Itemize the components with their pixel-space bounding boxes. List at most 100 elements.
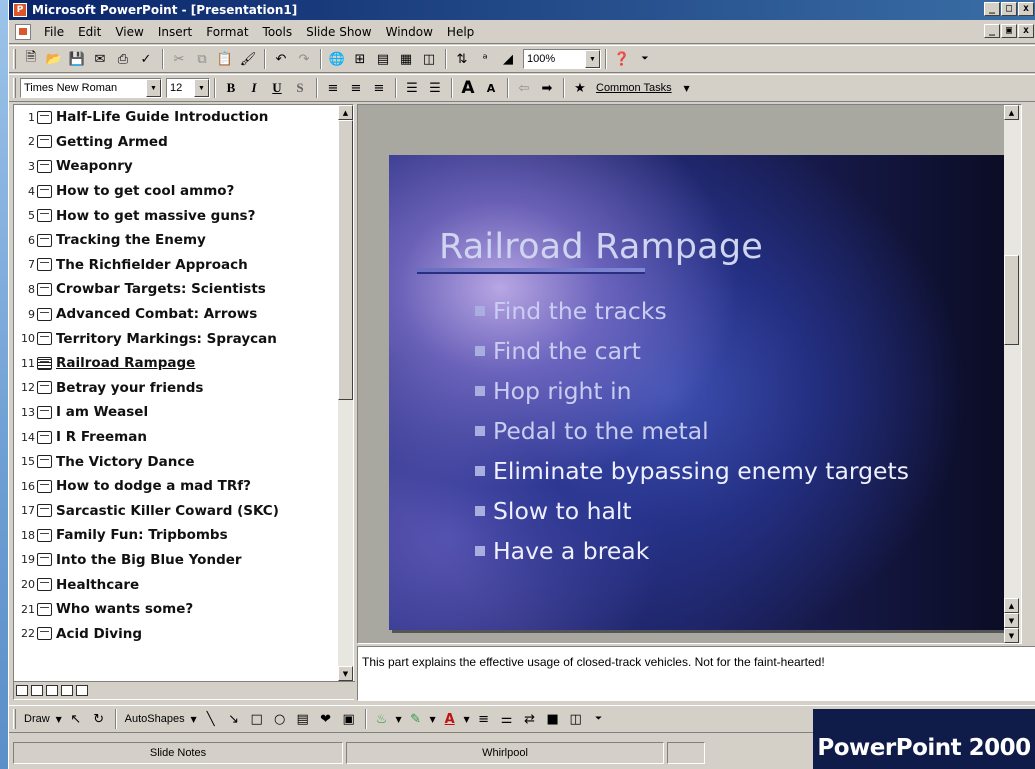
help-icon[interactable]: ❓ (611, 48, 633, 70)
shadow-icon[interactable]: ■ (542, 708, 564, 730)
slide-outline-item[interactable]: 2 Getting Armed (14, 130, 340, 155)
font-name-select[interactable]: Times New Roman ▼ (20, 78, 162, 98)
slide-icon[interactable] (37, 110, 52, 124)
outline-view-icon[interactable] (31, 685, 43, 696)
slide-title-label[interactable]: Crowbar Targets: Scientists (56, 281, 266, 297)
insert-chart-icon[interactable]: ▦ (395, 48, 417, 70)
slide-title-label[interactable]: Betray your friends (56, 380, 203, 396)
slide-title-label[interactable]: I am Weasel (56, 404, 148, 420)
chevron-down-icon[interactable]: ▼ (394, 708, 404, 730)
wordart-icon[interactable]: ❤ (315, 708, 337, 730)
slide-outline-item[interactable]: 21 Who wants some? (14, 597, 340, 622)
slide-bullet[interactable]: Find the cart (475, 331, 909, 371)
menu-format[interactable]: Format (199, 25, 255, 39)
slide-bullet[interactable]: Eliminate bypassing enemy targets (475, 451, 909, 491)
slide-outline-item[interactable]: 4 How to get cool ammo? (14, 179, 340, 204)
doc-restore-button[interactable]: ▣ (1001, 24, 1017, 38)
scroll-down-icon[interactable]: ▼ (338, 666, 353, 681)
font-color-icon[interactable]: A (439, 708, 461, 730)
chevron-down-icon[interactable]: ▼ (428, 708, 438, 730)
chevron-down-icon[interactable]: ▼ (462, 708, 472, 730)
document-icon[interactable] (15, 23, 31, 40)
insert-table-icon[interactable]: ⊞ (349, 48, 371, 70)
align-center-icon[interactable]: ≡ (345, 77, 367, 99)
outline-scrollbar[interactable]: ▲ ▼ (338, 105, 353, 681)
slide-icon[interactable] (37, 602, 52, 616)
fill-color-icon[interactable]: ♨ (371, 708, 393, 730)
arrow-icon[interactable]: ↘ (223, 708, 245, 730)
scroll-thumb[interactable] (1004, 255, 1019, 345)
new-document-icon[interactable]: 🗎 (20, 48, 42, 70)
promote-icon[interactable]: ⇦ (513, 77, 535, 99)
slide-outline-item[interactable]: 16 How to dodge a mad TRf? (14, 474, 340, 499)
autoshapes-menu-button[interactable]: AutoShapes (121, 713, 189, 725)
save-icon[interactable]: 💾 (66, 48, 88, 70)
menu-slide-show[interactable]: Slide Show (299, 25, 378, 39)
slide-outline-item[interactable]: 3 Weaponry (14, 154, 340, 179)
slide-view-icon[interactable] (46, 685, 58, 696)
close-button[interactable]: x (1018, 2, 1034, 16)
chevron-down-icon[interactable]: ▼ (189, 708, 199, 730)
slide-bullet[interactable]: Slow to halt (475, 491, 909, 531)
slide-icon[interactable] (37, 159, 52, 173)
slide-outline-item[interactable]: 14 I R Freeman (14, 425, 340, 450)
previous-slide-icon[interactable]: ▲ (1004, 598, 1019, 613)
menu-window[interactable]: Window (379, 25, 440, 39)
bullets-icon[interactable]: ☰ (424, 77, 446, 99)
slide-icon[interactable] (37, 405, 52, 419)
slide-icon[interactable] (37, 184, 52, 198)
slide-title-label[interactable]: Into the Big Blue Yonder (56, 552, 242, 568)
toolbar-grip[interactable] (13, 49, 16, 69)
scroll-up-icon[interactable]: ▲ (1004, 105, 1019, 120)
slide-outline-item[interactable]: 9 Advanced Combat: Arrows (14, 302, 340, 327)
open-folder-icon[interactable]: 📂 (43, 48, 65, 70)
common-tasks-icon[interactable]: ★ (569, 77, 591, 99)
print-icon[interactable]: ⎙ (112, 48, 134, 70)
chevron-down-icon[interactable]: ▼ (54, 708, 64, 730)
scroll-down-icon[interactable]: ▼ (1004, 628, 1019, 643)
slide-icon[interactable] (37, 381, 52, 395)
slide-title[interactable]: Railroad Rampage (439, 227, 763, 267)
underline-button[interactable]: U (266, 77, 288, 99)
slide-outline-item[interactable]: 11 Railroad Rampage (14, 351, 340, 376)
slide-show-view-icon[interactable] (76, 685, 88, 696)
notes-text[interactable]: This part explains the effective usage o… (362, 655, 825, 669)
toolbar-options-icon[interactable]: ⏷ (634, 48, 656, 70)
slide-outline-item[interactable]: 22 Acid Diving (14, 621, 340, 646)
slide-outline-item[interactable]: 19 Into the Big Blue Yonder (14, 548, 340, 573)
chevron-down-icon[interactable]: ▼ (585, 50, 600, 68)
slide-title-label[interactable]: Acid Diving (56, 626, 142, 642)
slide-title-label[interactable]: Advanced Combat: Arrows (56, 306, 257, 322)
slide-title-label[interactable]: Sarcastic Killer Coward (SKC) (56, 503, 279, 519)
slide-scrollbar[interactable]: ▲ ▲ ▼ ▼ (1004, 105, 1021, 643)
slide-icon[interactable] (37, 356, 52, 370)
shadow-button[interactable]: S (289, 77, 311, 99)
align-right-icon[interactable]: ≡ (368, 77, 390, 99)
slide-bullet-list[interactable]: Find the tracks Find the cart Hop right in… (475, 291, 909, 571)
italic-button[interactable]: I (243, 77, 265, 99)
slide-sorter-view-icon[interactable] (61, 685, 73, 696)
slide-outline-item[interactable]: 1 Half-Life Guide Introduction (14, 105, 340, 130)
slide-outline-item[interactable]: 5 How to get massive guns? (14, 203, 340, 228)
cut-icon[interactable]: ✂ (168, 48, 190, 70)
chevron-down-icon[interactable]: ▼ (146, 79, 161, 97)
slide-title-label[interactable]: How to get massive guns? (56, 208, 255, 224)
slide-title-label[interactable]: Family Fun: Tripbombs (56, 527, 228, 543)
scroll-up-icon[interactable]: ▲ (338, 105, 353, 120)
slide-title-label[interactable]: Who wants some? (56, 601, 193, 617)
slide-outline-item[interactable]: 10 Territory Markings: Spraycan (14, 326, 340, 351)
slide-icon[interactable] (37, 504, 52, 518)
redo-icon[interactable]: ↷ (293, 48, 315, 70)
slide-outline-item[interactable]: 20 Healthcare (14, 572, 340, 597)
email-icon[interactable]: ✉ (89, 48, 111, 70)
format-painter-icon[interactable]: 🖌 (237, 48, 259, 70)
doc-close-button[interactable]: x (1018, 24, 1034, 38)
next-slide-icon[interactable]: ▼ (1004, 613, 1019, 628)
slide-outline-item[interactable]: 6 Tracking the Enemy (14, 228, 340, 253)
slide-title-label[interactable]: How to get cool ammo? (56, 183, 234, 199)
slide-title-label[interactable]: The Victory Dance (56, 454, 195, 470)
demote-icon[interactable]: ➡ (536, 77, 558, 99)
3d-icon[interactable]: ◫ (565, 708, 587, 730)
menu-help[interactable]: Help (440, 25, 481, 39)
slide-title-label[interactable]: I R Freeman (56, 429, 147, 445)
